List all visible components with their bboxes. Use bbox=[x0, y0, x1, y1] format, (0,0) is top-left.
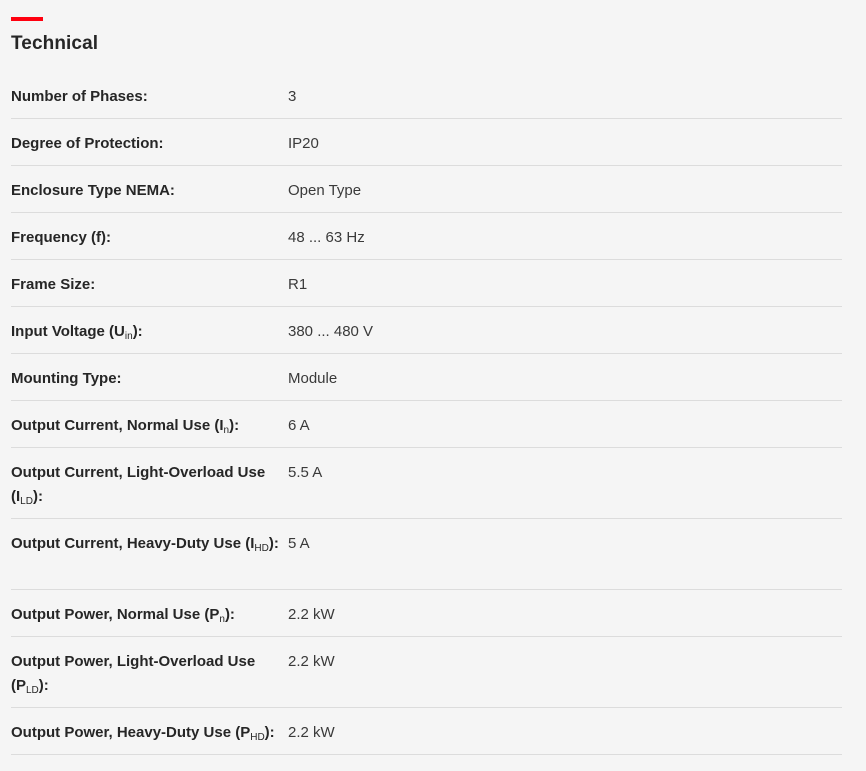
spec-row-frequency: Frequency (f): 48 ... 63 Hz bbox=[11, 213, 842, 260]
spec-value: Module bbox=[288, 370, 338, 387]
spec-value: 380 ... 480 V bbox=[288, 323, 374, 340]
spec-label: Enclosure Type NEMA: bbox=[11, 182, 175, 199]
spec-label: Output Current, Heavy-Duty Use (IHD): bbox=[11, 535, 279, 554]
section-accent-bar bbox=[11, 17, 43, 21]
spec-row-output-power-normal: Output Power, Normal Use (Pn): 2.2 kW bbox=[11, 590, 842, 637]
spec-value: Open Type bbox=[288, 182, 362, 199]
spec-list: Number of Phases: 3 Degree of Protection… bbox=[11, 72, 842, 755]
spec-value: 2.2 kW bbox=[288, 653, 335, 670]
spec-label: Mounting Type: bbox=[11, 370, 122, 387]
spec-row-degree-of-protection: Degree of Protection: IP20 bbox=[11, 119, 842, 166]
spec-row-frame-size: Frame Size: R1 bbox=[11, 260, 842, 307]
spec-row-output-current-normal: Output Current, Normal Use (In): 6 A bbox=[11, 401, 842, 448]
spec-value: R1 bbox=[288, 276, 308, 293]
spec-row-output-power-light-overload: Output Power, Light-Overload Use (PLD): … bbox=[11, 637, 842, 708]
spec-value: 3 bbox=[288, 88, 297, 105]
spec-row-number-of-phases: Number of Phases: 3 bbox=[11, 72, 842, 119]
spec-row-enclosure-type: Enclosure Type NEMA: Open Type bbox=[11, 166, 842, 213]
spec-label: Output Power, Light-Overload Use (PLD): bbox=[11, 653, 256, 696]
section-title: Technical bbox=[11, 33, 99, 54]
spec-label: Output Current, Light-Overload Use (ILD)… bbox=[11, 464, 266, 507]
spec-label: Degree of Protection: bbox=[11, 135, 164, 152]
spec-value: 2.2 kW bbox=[288, 606, 335, 623]
spec-row-output-current-light-overload: Output Current, Light-Overload Use (ILD)… bbox=[11, 448, 842, 519]
spec-value: 5.5 A bbox=[288, 464, 323, 481]
spec-label: Number of Phases: bbox=[11, 88, 148, 105]
spec-row-mounting-type: Mounting Type: Module bbox=[11, 354, 842, 401]
spec-value: IP20 bbox=[288, 135, 319, 152]
spec-value: 5 A bbox=[288, 535, 310, 552]
spec-label: Output Power, Normal Use (Pn): bbox=[11, 606, 235, 625]
spec-value: 2.2 kW bbox=[288, 724, 335, 741]
spec-label: Frequency (f): bbox=[11, 229, 112, 246]
spec-label: Frame Size: bbox=[11, 276, 96, 293]
spec-value: 48 ... 63 Hz bbox=[288, 229, 365, 246]
spec-value: 6 A bbox=[288, 417, 310, 434]
spec-row-output-power-heavy-duty: Output Power, Heavy-Duty Use (PHD): 2.2 … bbox=[11, 708, 842, 755]
spec-label: Input Voltage (Uin): bbox=[11, 323, 143, 342]
spec-row-input-voltage: Input Voltage (Uin): 380 ... 480 V bbox=[11, 307, 842, 354]
spec-row-output-current-heavy-duty: Output Current, Heavy-Duty Use (IHD): 5 … bbox=[11, 519, 842, 590]
spec-label: Output Power, Heavy-Duty Use (PHD): bbox=[11, 724, 275, 743]
spec-label: Output Current, Normal Use (In): bbox=[11, 417, 240, 436]
